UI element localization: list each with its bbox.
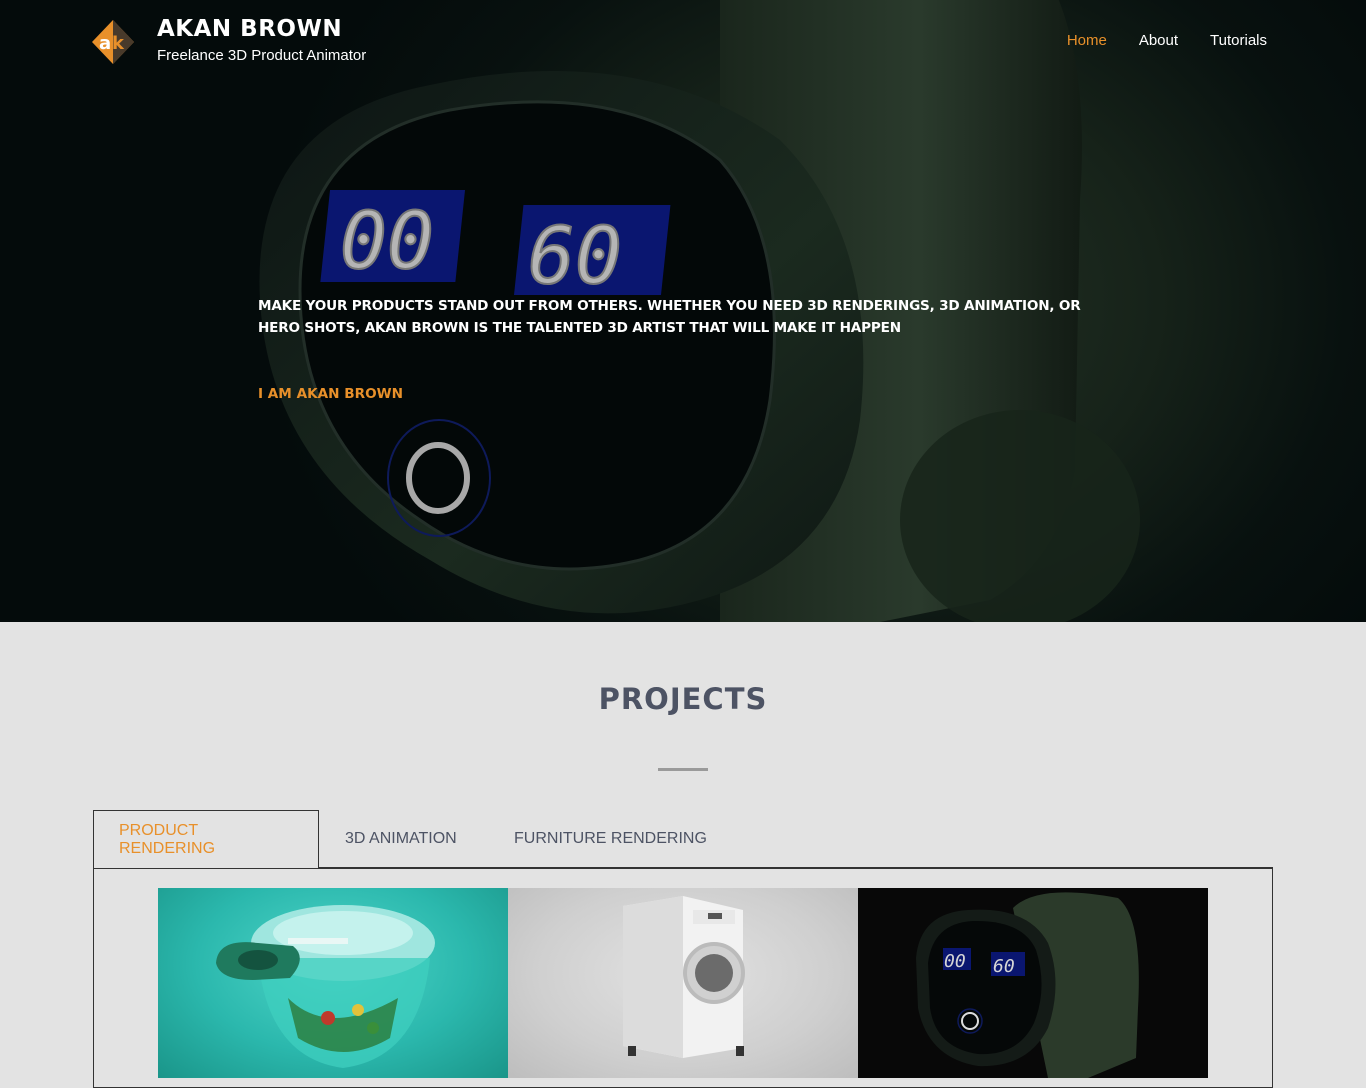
projects-title: PROJECTS	[598, 682, 768, 716]
washing-machine-image	[623, 896, 745, 1058]
tab-3d-animation[interactable]: 3D ANIMATION	[345, 810, 457, 868]
project-tabs: PRODUCT RENDERING 3D ANIMATION FURNITURE…	[93, 810, 1273, 868]
hero-headline: MAKE YOUR PRODUCTS STAND OUT FROM OTHERS…	[258, 298, 1081, 336]
ak-logo-icon[interactable]: a k	[90, 18, 136, 66]
brand[interactable]: a k AKAN BROWN Freelance 3D Product Anim…	[90, 16, 366, 66]
thumb-display-right: 60	[993, 956, 1015, 977]
nav-tutorials[interactable]: Tutorials	[1210, 32, 1267, 49]
hero-cta-link[interactable]: I AM AKAN BROWN	[258, 386, 403, 402]
projects-section: PROJECTS PRODUCT RENDERING 3D ANIMATION …	[0, 622, 1366, 1088]
svg-text:a: a	[99, 33, 111, 54]
brand-text: AKAN BROWN Freelance 3D Product Animator	[157, 16, 366, 64]
title-divider	[658, 768, 708, 771]
thumb-display-left: 00	[944, 951, 966, 972]
project-thumb-chopper[interactable]	[158, 888, 508, 1078]
site-tagline: Freelance 3D Product Animator	[157, 47, 367, 64]
tab-furniture-rendering[interactable]: FURNITURE RENDERING	[514, 810, 707, 868]
tab-product-rendering[interactable]: PRODUCT RENDERING	[93, 810, 319, 868]
nav-home[interactable]: Home	[1067, 32, 1107, 49]
site-title[interactable]: AKAN BROWN	[157, 16, 366, 42]
svg-text:60: 60	[528, 212, 622, 302]
svg-text:k: k	[112, 33, 125, 54]
massage-gun-image: 00 60	[916, 892, 1139, 1078]
main-nav: Home About Tutorials	[1067, 32, 1267, 49]
hero-section: 00 60 a k AKAN BROWN Freelance 3D Produc…	[0, 0, 1366, 622]
svg-text:00: 00	[340, 197, 434, 287]
project-thumb-washer[interactable]	[508, 888, 858, 1078]
project-thumb-massage-gun[interactable]: 00 60	[858, 888, 1208, 1078]
nav-about[interactable]: About	[1139, 32, 1178, 49]
food-chopper-image	[216, 905, 435, 1068]
